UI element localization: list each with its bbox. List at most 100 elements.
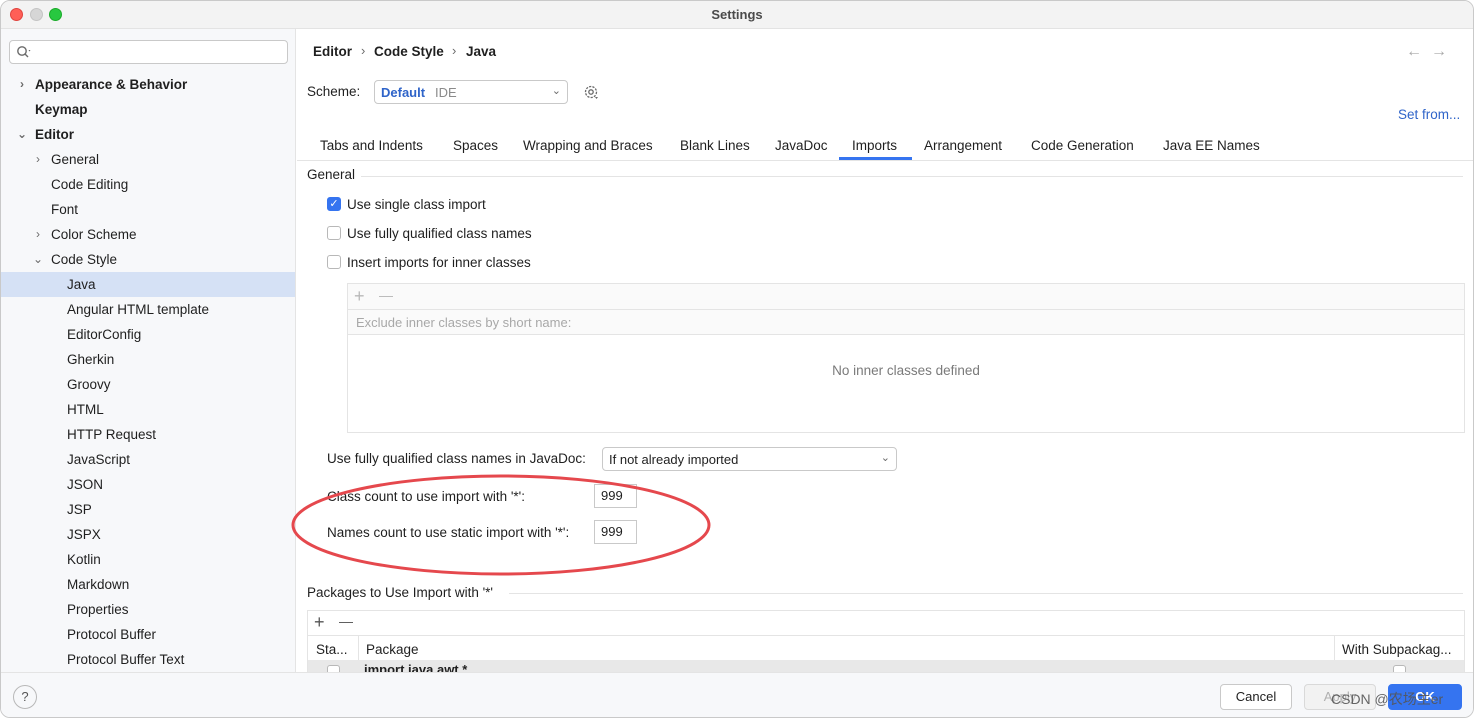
sidebar-item-appearance-behavior[interactable]: › Appearance & Behavior [1,72,295,97]
window-title: Settings [711,7,763,22]
add-icon[interactable]: + [354,286,365,307]
javadoc-qualified-dropdown[interactable]: If not already imported ⌄ [602,447,897,471]
settings-sidebar: › Appearance & Behavior Keymap ⌄ Editor … [1,29,296,672]
sidebar-item-kotlin[interactable]: Kotlin [1,547,295,572]
sidebar-item-java[interactable]: Java [1,272,295,297]
sidebar-item-html[interactable]: HTML [1,397,295,422]
packages-section-title: Packages to Use Import with '*' [307,585,493,600]
settings-content: Editor › Code Style › Java ← → Scheme: D… [291,29,1473,672]
tab-code-generation[interactable]: Code Generation [1031,138,1134,153]
chevron-down-icon[interactable]: ⌄ [16,122,28,147]
sidebar-item-keymap[interactable]: Keymap [1,97,295,122]
sidebar-item-label: Protocol Buffer [67,627,157,642]
sidebar-item-label: Angular HTML template [67,302,210,317]
use-single-class-import-checkbox[interactable]: ✓ [327,197,341,211]
tab-tabs-and-indents[interactable]: Tabs and Indents [320,138,423,153]
javadoc-qualified-value: If not already imported [609,452,739,467]
breadcrumb-item-editor[interactable]: Editor [313,44,352,59]
use-fully-qualified-label[interactable]: Use fully qualified class names [347,226,532,241]
sidebar-item-json[interactable]: JSON [1,472,295,497]
sidebar-item-code-editing[interactable]: Code Editing [1,172,295,197]
class-count-input[interactable]: 999 [594,484,637,508]
sidebar-item-editor[interactable]: ⌄ Editor [1,122,295,147]
sidebar-item-label: JSP [67,502,92,517]
sidebar-item-label: Editor [35,127,74,142]
sidebar-item-label: Code Style [51,252,118,267]
sidebar-item-angular-html-template[interactable]: Angular HTML template [1,297,295,322]
inner-classes-panel: + — Exclude inner classes by short name:… [347,283,1465,433]
help-button[interactable]: ? [13,685,37,709]
sidebar-item-font[interactable]: Font [1,197,295,222]
settings-window: Settings › Appearance & Behavior Keymap … [0,0,1474,718]
tab-java-ee-names[interactable]: Java EE Names [1163,138,1260,153]
breadcrumb-separator: › [452,43,457,58]
names-count-input[interactable]: 999 [594,520,637,544]
tab-spaces[interactable]: Spaces [453,138,498,153]
sidebar-item-http-request[interactable]: HTTP Request [1,422,295,447]
chevron-right-icon[interactable]: › [32,222,44,247]
scheme-dropdown[interactable]: Default IDE ⌄ [374,80,568,104]
sidebar-item-color-scheme[interactable]: › Color Scheme [1,222,295,247]
use-fully-qualified-checkbox[interactable] [327,226,341,240]
forward-arrow-icon[interactable]: → [1431,43,1447,61]
back-arrow-icon[interactable]: ← [1406,43,1422,61]
remove-icon[interactable]: — [379,287,393,303]
tab-javadoc[interactable]: JavaDoc [775,138,828,153]
sidebar-item-jspx[interactable]: JSPX [1,522,295,547]
scheme-type: IDE [435,85,457,100]
column-package[interactable]: Package [366,642,419,657]
table-row[interactable]: import java.awt.* [308,660,1464,672]
tab-arrangement[interactable]: Arrangement [924,138,1002,153]
insert-inner-classes-checkbox[interactable] [327,255,341,269]
sidebar-item-label: Font [51,202,79,217]
sidebar-item-protocol-buffer[interactable]: Protocol Buffer [1,622,295,647]
insert-inner-classes-label[interactable]: Insert imports for inner classes [347,255,531,270]
cancel-button[interactable]: Cancel [1220,684,1292,710]
gear-icon[interactable] [582,83,600,101]
breadcrumb-separator: › [361,43,366,58]
sidebar-item-general[interactable]: › General [1,147,295,172]
package-cell: import java.awt.* [364,662,468,672]
sidebar-item-jsp[interactable]: JSP [1,497,295,522]
chevron-right-icon[interactable]: › [16,72,28,97]
toolbar-divider [308,635,1464,636]
chevron-right-icon[interactable]: › [32,147,44,172]
sidebar-item-label: JSON [67,477,104,492]
settings-search[interactable] [9,40,288,64]
tab-imports[interactable]: Imports [852,138,897,153]
tab-blank-lines[interactable]: Blank Lines [680,138,750,153]
column-with-subpackages[interactable]: With Subpackag... [1342,642,1452,657]
remove-icon[interactable]: — [339,613,353,629]
column-divider [358,636,359,660]
sidebar-item-properties[interactable]: Properties [1,597,295,622]
general-section-title: General [307,167,356,182]
use-single-class-import-label[interactable]: Use single class import [347,197,486,212]
tab-wrapping-and-braces[interactable]: Wrapping and Braces [523,138,653,153]
sidebar-item-label: JavaScript [67,452,131,467]
sidebar-item-code-style[interactable]: ⌄ Code Style [1,247,295,272]
static-checkbox[interactable] [327,665,340,672]
section-divider [509,593,1463,594]
sidebar-item-label: Groovy [67,377,111,392]
sidebar-item-markdown[interactable]: Markdown [1,572,295,597]
set-from-link[interactable]: Set from... [1398,107,1460,122]
column-static[interactable]: Sta... [316,642,348,657]
add-icon[interactable]: + [314,612,325,633]
sidebar-item-javascript[interactable]: JavaScript [1,447,295,472]
sidebar-item-label: General [51,152,100,167]
chevron-down-icon[interactable]: ⌄ [32,247,44,272]
sidebar-item-groovy[interactable]: Groovy [1,372,295,397]
empty-list-text: No inner classes defined [832,363,980,378]
sidebar-item-label: Java [67,277,96,292]
sidebar-item-protocol-buffer-text[interactable]: Protocol Buffer Text [1,647,295,672]
sidebar-item-editorconfig[interactable]: EditorConfig [1,322,295,347]
scheme-label: Scheme: [307,84,361,99]
sidebar-item-gherkin[interactable]: Gherkin [1,347,295,372]
chevron-down-icon: ⌄ [551,85,561,97]
inner-classes-list[interactable]: No inner classes defined [348,335,1464,432]
search-input[interactable] [36,43,281,61]
with-subpackages-checkbox[interactable] [1393,665,1406,672]
sidebar-item-label: Appearance & Behavior [35,77,188,92]
breadcrumb-item-code-style[interactable]: Code Style [374,44,444,59]
column-divider [1334,636,1335,660]
